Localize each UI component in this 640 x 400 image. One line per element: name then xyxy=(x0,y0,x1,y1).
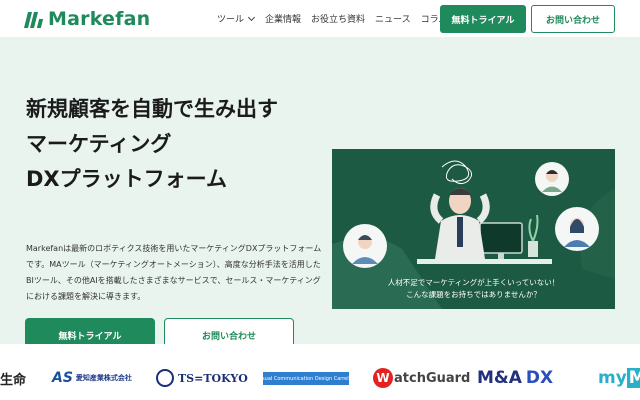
nav-item-company[interactable]: 企業情報 xyxy=(265,12,301,25)
client-logo-life-insurance: 生命 xyxy=(0,372,27,388)
nav-item-tools[interactable]: ツール xyxy=(217,12,256,25)
logo-text: Markefan xyxy=(48,8,151,30)
client-logo-carrelva: Visual Communication Design Carrelva xyxy=(257,372,355,385)
nav-item-resources[interactable]: お役立ち資料 xyxy=(311,12,365,25)
client-logo-watchguard: W atchGuard xyxy=(373,366,470,390)
hero-headline: 新規顧客を自動で生み出す マーケティング DXプラットフォーム xyxy=(26,97,278,191)
chevron-down-icon xyxy=(247,13,256,21)
hero-illustration: 人材不足でマーケティングが上手くいっていない！ こんな課題をお持ちではありません… xyxy=(332,149,615,309)
header-contact-button[interactable]: お問い合わせ xyxy=(531,5,615,33)
client-logos-strip: 生命 AS 愛知産業株式会社 TS=TOKYO Visual Communica… xyxy=(0,344,640,400)
markefan-logo[interactable]: Markefan xyxy=(24,7,151,31)
site-header: Markefan ツール 企業情報 お役立ち資料 ニュース コラム 無料トライア… xyxy=(0,0,640,38)
illustration-caption: 人材不足でマーケティングが上手くいっていない！ こんな課題をお持ちではありません… xyxy=(387,278,560,299)
client-logo-myme: myMe xyxy=(598,366,640,390)
ts-tokyo-emblem-icon xyxy=(156,369,174,387)
client-logo-aichi-sangyo: AS 愛知産業株式会社 xyxy=(52,370,132,386)
client-logo-ma-dx: M&A DX xyxy=(477,368,554,388)
main-nav: ツール 企業情報 お役立ち資料 ニュース コラム xyxy=(217,12,447,25)
hero-description: Markefanは最新のロボティクス技術を用いたマーケティングDXプラットフォー… xyxy=(26,244,322,301)
nav-item-news[interactable]: ニュース xyxy=(375,12,411,25)
hero-section: 新規顧客を自動で生み出す マーケティング DXプラットフォーム Markefan… xyxy=(0,38,640,352)
logo-mark-icon xyxy=(24,10,44,28)
client-logo-ts-tokyo: TS=TOKYO xyxy=(156,366,248,390)
header-trial-button[interactable]: 無料トライアル xyxy=(440,5,526,33)
